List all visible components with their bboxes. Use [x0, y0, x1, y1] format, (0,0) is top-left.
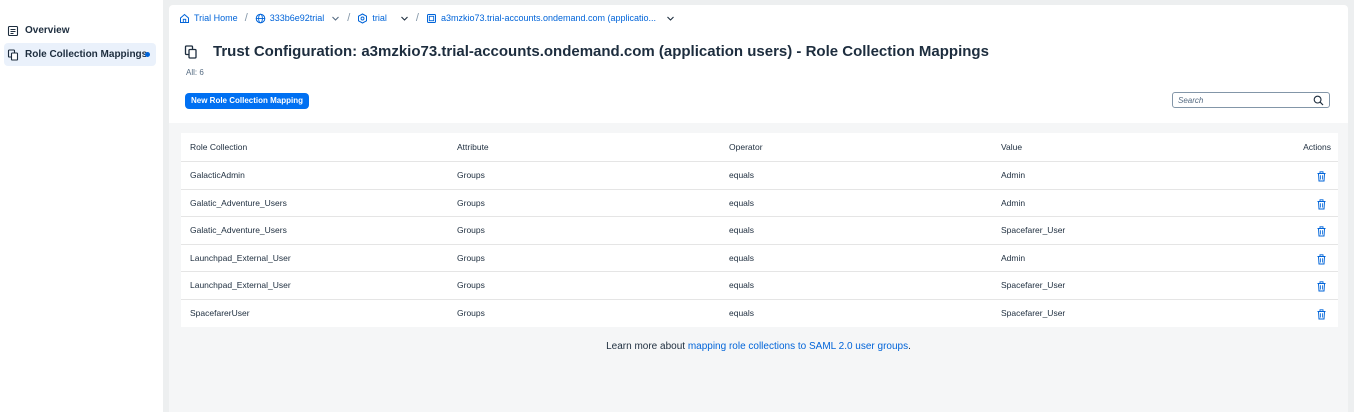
- chevron-down-icon[interactable]: [400, 14, 409, 23]
- page-title: Trust Configuration: a3mzkio73.trial-acc…: [213, 43, 989, 60]
- breadcrumb: Trial Home / 333b6e92trial / trial / a3m…: [179, 10, 675, 26]
- cell-role-collection: Galatic_Adventure_Users: [190, 197, 287, 208]
- page-header: Trust Configuration: a3mzkio73.trial-acc…: [184, 43, 989, 60]
- cell-attribute: Groups: [457, 197, 485, 208]
- delete-icon[interactable]: [1316, 253, 1327, 265]
- delete-icon[interactable]: [1316, 198, 1327, 210]
- column-header-role-collection[interactable]: Role Collection: [190, 142, 247, 152]
- cell-value: Spacefarer_User: [1001, 280, 1066, 291]
- subaccount-icon: [357, 12, 368, 24]
- cell-operator: equals: [729, 170, 755, 181]
- chevron-down-icon[interactable]: [331, 14, 340, 23]
- cell-operator: equals: [729, 197, 755, 208]
- cell-role-collection: GalacticAdmin: [190, 170, 245, 181]
- delete-icon[interactable]: [1316, 281, 1327, 292]
- table-row[interactable]: SpacefarerUser Groups equals Spacefarer_…: [181, 300, 1338, 328]
- breadcrumb-separator: /: [347, 12, 351, 24]
- cell-operator: equals: [729, 308, 755, 319]
- sidebar-item-overview[interactable]: Overview: [4, 19, 156, 42]
- cell-operator: equals: [729, 225, 755, 236]
- cell-attribute: Groups: [457, 252, 485, 263]
- breadcrumb-separator: /: [415, 12, 419, 24]
- cell-role-collection: Launchpad_External_User: [190, 252, 291, 263]
- breadcrumb-label: Trial Home: [194, 13, 238, 23]
- home-icon: [179, 13, 190, 24]
- cell-attribute: Groups: [457, 280, 485, 291]
- cell-value: Admin: [1001, 170, 1026, 181]
- column-header-value[interactable]: Value: [1001, 142, 1022, 152]
- cell-role-collection: SpacefarerUser: [190, 308, 250, 319]
- item-count: All: 6: [186, 68, 204, 77]
- breadcrumb-label: trial: [372, 13, 387, 23]
- cell-role-collection: Launchpad_External_User: [190, 280, 291, 291]
- column-header-actions: Actions: [1303, 142, 1331, 152]
- cell-value: Spacefarer_User: [1001, 308, 1066, 319]
- learn-more-link[interactable]: mapping role collections to SAML 2.0 use…: [688, 341, 908, 352]
- chevron-down-icon[interactable]: [666, 14, 675, 23]
- table-row[interactable]: Galatic_Adventure_Users Groups equals Ad…: [181, 190, 1338, 217]
- main-panel: Trial Home / 333b6e92trial / trial / a3m…: [169, 5, 1348, 412]
- cell-value: Spacefarer_User: [1001, 225, 1066, 236]
- table-area: Role Collection Attribute Operator Value…: [169, 123, 1348, 412]
- breadcrumb-global-account[interactable]: 333b6e92trial: [255, 13, 341, 24]
- cell-attribute: Groups: [457, 308, 485, 319]
- table-row[interactable]: GalacticAdmin Groups equals Admin: [181, 162, 1338, 190]
- delete-icon[interactable]: [1316, 226, 1327, 237]
- cell-role-collection: Galatic_Adventure_Users: [190, 225, 287, 236]
- mapping-icon: [7, 48, 19, 61]
- cell-attribute: Groups: [457, 225, 485, 236]
- column-header-attribute[interactable]: Attribute: [457, 142, 489, 152]
- breadcrumb-trust-configuration[interactable]: a3mzkio73.trial-accounts.ondemand.com (a…: [426, 13, 675, 24]
- active-indicator-dot: [145, 52, 150, 57]
- breadcrumb-subaccount[interactable]: trial: [357, 12, 409, 24]
- learn-more-suffix: .: [908, 341, 911, 352]
- delete-icon[interactable]: [1316, 308, 1327, 320]
- breadcrumb-trial-home[interactable]: Trial Home: [179, 13, 238, 24]
- delete-icon[interactable]: [1316, 171, 1327, 182]
- sidebar-item-label: Role Collection Mappings: [25, 49, 148, 60]
- role-collection-mappings-table: Role Collection Attribute Operator Value…: [181, 133, 1338, 327]
- sidebar: Overview Role Collection Mappings: [0, 0, 163, 412]
- search-input[interactable]: [1178, 95, 1313, 105]
- table-row[interactable]: Launchpad_External_User Groups equals Sp…: [181, 272, 1338, 300]
- table-header-row: Role Collection Attribute Operator Value…: [181, 133, 1338, 162]
- cell-value: Admin: [1001, 197, 1026, 208]
- search-field[interactable]: [1172, 92, 1330, 108]
- new-role-collection-mapping-button[interactable]: New Role Collection Mapping: [185, 93, 310, 109]
- learn-more-text: Learn more about mapping role collection…: [169, 341, 1348, 352]
- sidebar-item-role-collection-mappings[interactable]: Role Collection Mappings: [4, 43, 156, 66]
- cell-attribute: Groups: [457, 170, 485, 181]
- table-row[interactable]: Launchpad_External_User Groups equals Ad…: [181, 245, 1338, 272]
- breadcrumb-separator: /: [244, 12, 248, 24]
- cell-operator: equals: [729, 280, 755, 291]
- globe-icon: [255, 13, 266, 24]
- sidebar-item-label: Overview: [25, 25, 70, 36]
- breadcrumb-label: 333b6e92trial: [269, 13, 325, 23]
- role-collection-mapping-icon: [184, 44, 198, 59]
- breadcrumb-label: a3mzkio73.trial-accounts.ondemand.com (a…: [440, 13, 657, 23]
- cell-value: Admin: [1001, 252, 1026, 263]
- cell-operator: equals: [729, 252, 755, 263]
- overview-icon: [7, 25, 19, 37]
- learn-more-prefix: Learn more about: [606, 341, 688, 352]
- search-icon[interactable]: [1313, 95, 1324, 106]
- column-header-operator[interactable]: Operator: [729, 142, 763, 152]
- trust-icon: [426, 13, 437, 24]
- table-row[interactable]: Galatic_Adventure_Users Groups equals Sp…: [181, 217, 1338, 245]
